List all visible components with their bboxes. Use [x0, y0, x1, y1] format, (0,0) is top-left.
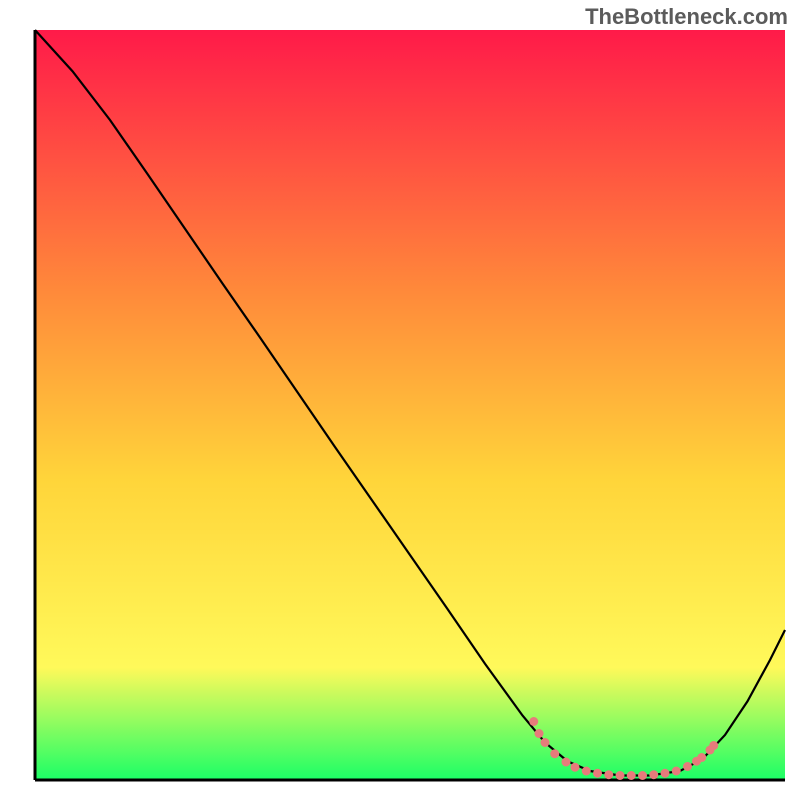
highlight-dot: [571, 763, 580, 772]
highlight-dot: [582, 767, 591, 776]
highlight-dot: [627, 771, 636, 780]
highlight-dot: [661, 769, 670, 778]
highlight-dot: [562, 758, 571, 767]
chart-container: TheBottleneck.com: [0, 0, 800, 800]
highlight-dot: [672, 767, 681, 776]
highlight-dot: [604, 770, 613, 779]
plot-background: [35, 30, 785, 780]
highlight-dot: [541, 738, 550, 747]
highlight-dot: [593, 769, 602, 778]
highlight-dot: [529, 717, 538, 726]
highlight-dot: [616, 771, 625, 780]
highlight-dot: [535, 729, 544, 738]
highlight-dot: [709, 741, 718, 750]
chart-plot: [0, 0, 800, 800]
highlight-dot: [697, 753, 706, 762]
highlight-dot: [638, 771, 647, 780]
watermark-text: TheBottleneck.com: [585, 4, 788, 30]
highlight-dot: [550, 749, 559, 758]
highlight-dot: [649, 770, 658, 779]
highlight-dot: [683, 762, 692, 771]
